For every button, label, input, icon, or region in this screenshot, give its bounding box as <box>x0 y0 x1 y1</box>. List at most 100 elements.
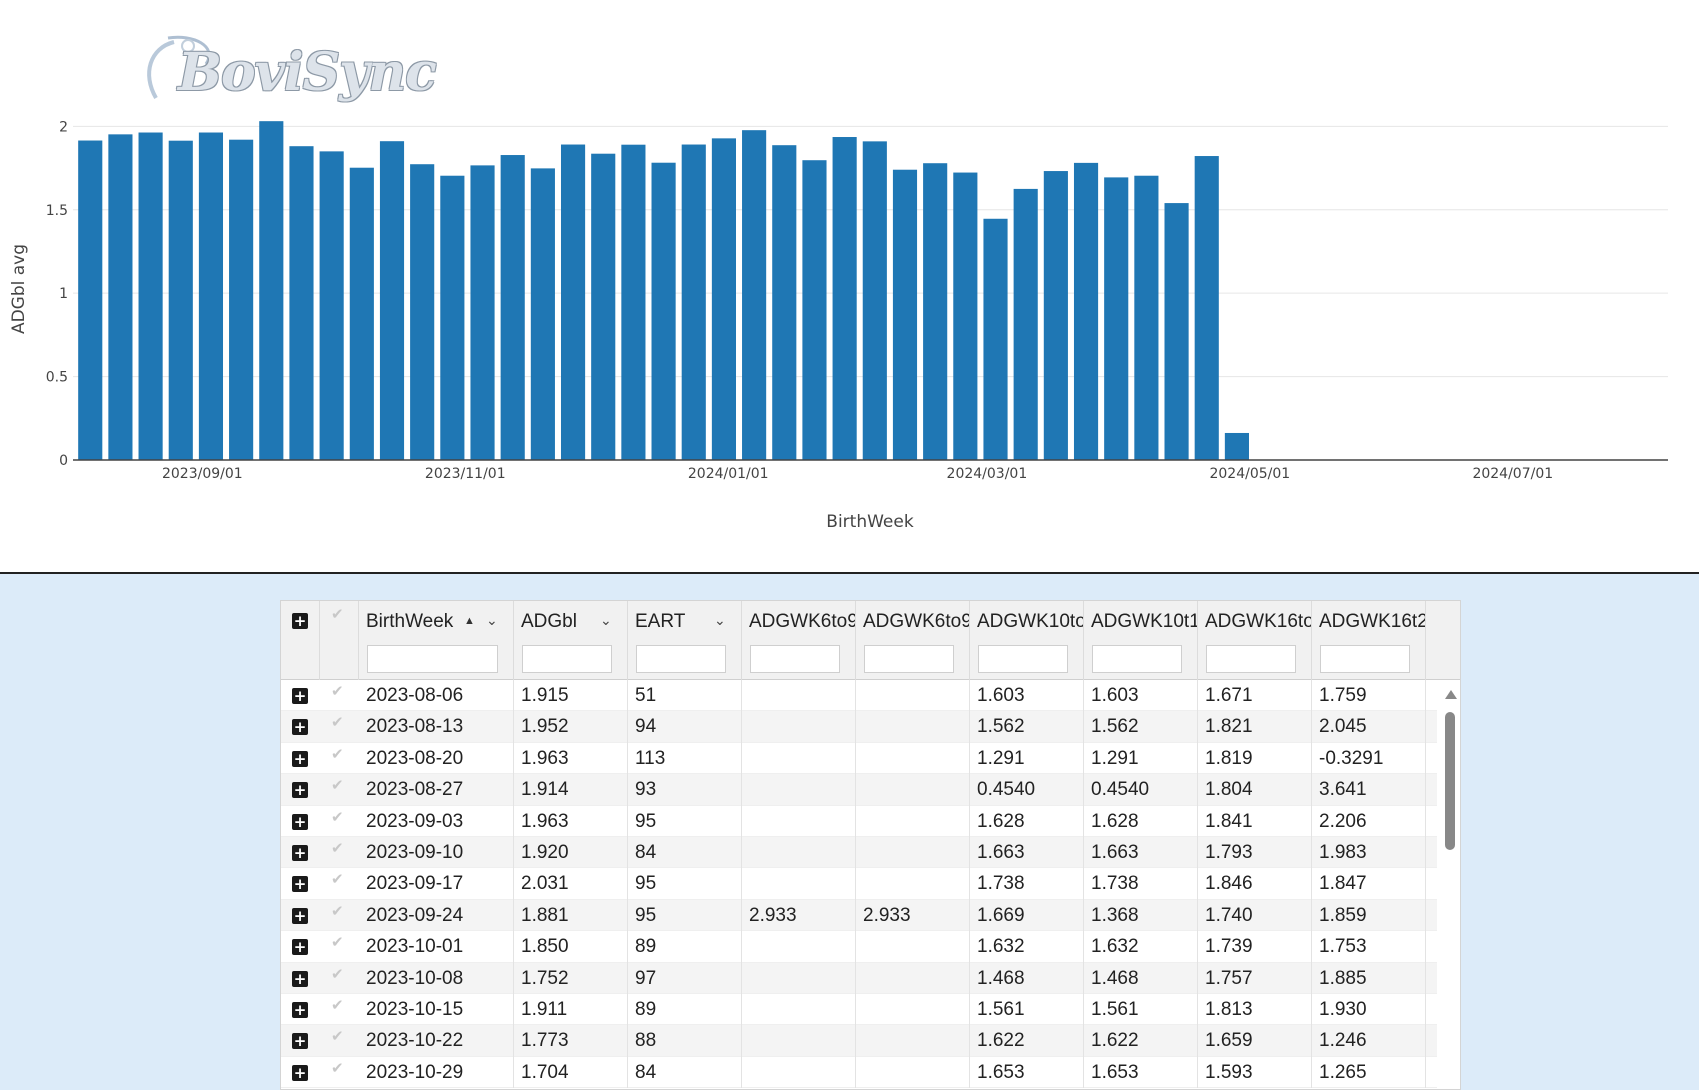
cell-adgwk16to[interactable]: 1.757 <box>1198 962 1312 994</box>
cell-adgwk16to[interactable]: 1.793 <box>1198 837 1312 869</box>
cell-adgbl[interactable]: 1.963 <box>514 742 628 775</box>
cell-eart[interactable]: 88 <box>628 1025 742 1057</box>
scroll-thumb[interactable] <box>1445 712 1455 850</box>
scroll-up-arrow-icon[interactable] <box>1445 690 1457 699</box>
bar[interactable] <box>711 138 737 461</box>
bar[interactable] <box>1194 156 1219 460</box>
bar[interactable] <box>500 155 525 460</box>
chevron-down-icon[interactable]: ⌄ <box>486 612 498 629</box>
cell-adgwk6to9a[interactable] <box>742 805 856 837</box>
cell-eart[interactable]: 95 <box>628 899 742 932</box>
cell-adgwk16t2[interactable]: 1.930 <box>1312 994 1426 1026</box>
cell-adgwk16to[interactable]: 1.593 <box>1198 1056 1312 1089</box>
bar[interactable] <box>138 132 163 460</box>
cell-adgwk10t1[interactable]: 1.738 <box>1084 868 1198 900</box>
cell-adgwk10t1[interactable]: 1.603 <box>1084 680 1198 712</box>
cell-adgwk16t2[interactable]: 1.265 <box>1312 1056 1426 1089</box>
column-filter-input[interactable] <box>1092 645 1182 673</box>
check-icon[interactable]: ✔ <box>331 902 344 920</box>
cell-eart[interactable]: 97 <box>628 962 742 994</box>
cell-adgwk6to9b[interactable] <box>856 742 970 775</box>
plus-square-icon[interactable]: + <box>292 845 308 861</box>
check-icon[interactable]: ✔ <box>331 682 344 700</box>
cell-adgwk16to[interactable]: 1.740 <box>1198 899 1312 932</box>
cell-adgwk6to9a[interactable] <box>742 994 856 1026</box>
cell-adgwk10to[interactable]: 0.4540 <box>970 774 1084 806</box>
check-icon[interactable]: ✔ <box>331 1059 344 1077</box>
check-icon[interactable]: ✔ <box>331 745 344 763</box>
cell-birthweek[interactable]: 2023-09-24 <box>359 899 514 932</box>
bar[interactable] <box>560 144 586 460</box>
cell-adgwk16t2[interactable]: 2.206 <box>1312 805 1426 837</box>
cell-adgwk6to9b[interactable] <box>856 680 970 712</box>
check-icon[interactable]: ✔ <box>331 965 344 983</box>
cell-birthweek[interactable]: 2023-10-29 <box>359 1056 514 1089</box>
table-row[interactable]: + ✔ 2023-10-01 1.850 89 1.632 1.632 1.739 1.753 <box>281 931 1437 963</box>
check-icon[interactable]: ✔ <box>331 808 344 826</box>
cell-eart[interactable]: 51 <box>628 680 742 712</box>
cell-birthweek[interactable]: 2023-08-06 <box>359 680 514 712</box>
bar[interactable] <box>772 145 797 460</box>
cell-adgbl[interactable]: 1.704 <box>514 1056 628 1089</box>
bar[interactable] <box>108 134 133 460</box>
cell-adgwk16t2[interactable]: 1.246 <box>1312 1025 1426 1057</box>
cell-birthweek[interactable]: 2023-10-01 <box>359 931 514 963</box>
cell-adgwk10t1[interactable]: 1.628 <box>1084 805 1198 837</box>
bar[interactable] <box>168 140 193 460</box>
bar[interactable] <box>953 172 978 461</box>
cell-adgwk6to9a[interactable] <box>742 962 856 994</box>
cell-adgwk16to[interactable]: 1.819 <box>1198 742 1312 775</box>
cell-eart[interactable]: 84 <box>628 837 742 869</box>
table-row[interactable]: + ✔ 2023-08-13 1.952 94 1.562 1.562 1.821 2.045 <box>281 711 1437 743</box>
cell-adgwk6to9a[interactable] <box>742 680 856 712</box>
column-header-adgbl[interactable]: ADGbl ⌄ <box>514 601 628 680</box>
plus-square-icon[interactable]: + <box>292 876 308 893</box>
bar[interactable] <box>440 175 465 460</box>
cell-adgwk6to9b[interactable] <box>856 1025 970 1057</box>
cell-adgbl[interactable]: 1.915 <box>514 680 628 712</box>
cell-birthweek[interactable]: 2023-08-27 <box>359 774 514 806</box>
cell-adgwk16t2[interactable]: 2.045 <box>1312 711 1426 743</box>
column-filter-input[interactable] <box>367 645 498 673</box>
column-header-adgwk16to[interactable]: ADGWK16to: <box>1198 601 1312 680</box>
cell-adgwk10to[interactable]: 1.632 <box>970 931 1084 963</box>
cell-adgbl[interactable]: 1.773 <box>514 1025 628 1057</box>
bar[interactable] <box>379 141 405 460</box>
column-filter-input[interactable] <box>978 645 1068 673</box>
bar[interactable] <box>319 151 344 461</box>
plus-square-icon[interactable]: + <box>292 813 308 830</box>
plus-square-icon[interactable]: + <box>292 719 308 736</box>
bar[interactable] <box>1013 188 1038 460</box>
cell-adgwk16to[interactable]: 1.841 <box>1198 805 1312 837</box>
cell-eart[interactable]: 95 <box>628 868 742 900</box>
check-icon[interactable]: ✔ <box>331 839 344 857</box>
table-row[interactable]: + ✔ 2023-10-29 1.704 84 1.653 1.653 1.593 1.265 <box>281 1056 1437 1089</box>
cell-adgwk10t1[interactable]: 1.632 <box>1084 931 1198 963</box>
cell-adgwk6to9a[interactable]: 2.933 <box>742 899 856 932</box>
cell-adgwk10t1[interactable]: 1.562 <box>1084 711 1198 743</box>
cell-adgwk10t1[interactable]: 1.561 <box>1084 994 1198 1026</box>
cell-adgwk16to[interactable]: 1.659 <box>1198 1025 1312 1057</box>
cell-adgwk6to9b[interactable] <box>856 805 970 837</box>
cell-adgwk10t1[interactable]: 1.291 <box>1084 742 1198 775</box>
table-row[interactable]: + ✔ 2023-10-22 1.773 88 1.622 1.622 1.659 1.246 <box>281 1025 1437 1057</box>
cell-adgwk10to[interactable]: 1.561 <box>970 994 1084 1026</box>
plus-square-icon[interactable]: + <box>292 907 308 924</box>
bar[interactable] <box>259 121 284 461</box>
chevron-down-icon[interactable]: ⌄ <box>714 612 726 629</box>
check-icon[interactable]: ✔ <box>331 996 344 1014</box>
bar[interactable] <box>1104 177 1129 460</box>
plus-square-icon[interactable]: + <box>292 970 308 987</box>
bar[interactable] <box>1134 175 1159 460</box>
bar[interactable] <box>621 144 646 460</box>
cell-adgbl[interactable]: 1.881 <box>514 899 628 932</box>
cell-adgbl[interactable]: 1.963 <box>514 805 628 837</box>
cell-adgbl[interactable]: 2.031 <box>514 868 628 900</box>
column-header-birthweek[interactable]: BirthWeek ▲ ⌄ <box>359 601 514 680</box>
cell-birthweek[interactable]: 2023-09-03 <box>359 805 514 837</box>
cell-adgwk16t2[interactable]: 1.983 <box>1312 837 1426 869</box>
check-icon[interactable]: ✔ <box>331 605 344 623</box>
bar[interactable] <box>923 163 948 460</box>
cell-adgbl[interactable]: 1.952 <box>514 711 628 743</box>
column-header-adgwk16t2[interactable]: ADGWK16t2! <box>1312 601 1426 680</box>
